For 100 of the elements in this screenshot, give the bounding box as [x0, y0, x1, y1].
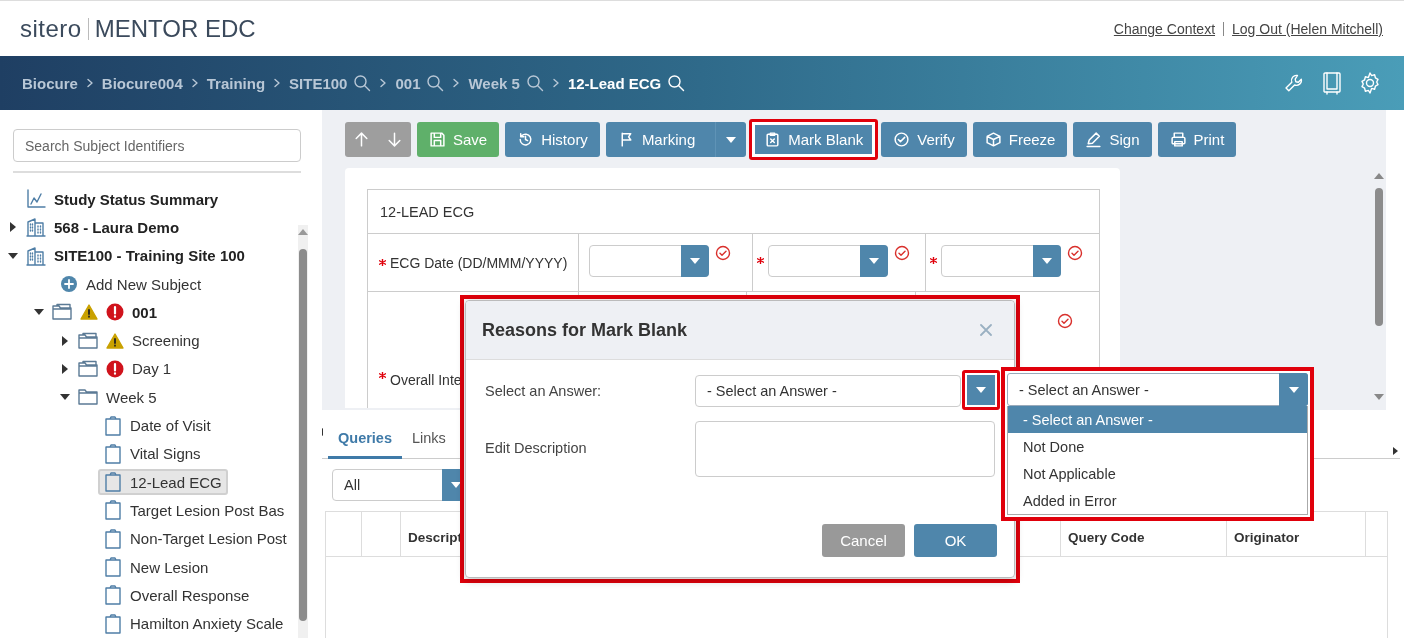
breadcrumb-link[interactable]: Week 5	[468, 74, 520, 92]
history-button[interactable]: History	[505, 122, 600, 157]
down-arrow-icon	[386, 131, 403, 148]
search-button[interactable]	[667, 74, 686, 92]
header-link[interactable]: Change Context	[1113, 20, 1216, 37]
dropdown-arrow-button[interactable]	[859, 245, 888, 277]
tree-item[interactable]: Week 5	[72, 385, 163, 410]
scrollbar[interactable]	[298, 225, 308, 638]
chevron-icon	[190, 78, 199, 88]
search-button[interactable]	[353, 74, 372, 92]
answer-select[interactable]: - Select an Answer -	[695, 375, 961, 407]
date-select[interactable]	[589, 245, 709, 277]
breadcrumb-link[interactable]: Biocure004	[101, 74, 183, 92]
chevron-icon	[273, 78, 282, 88]
scroll-right-icon[interactable]	[1393, 447, 1398, 455]
folder-icon	[78, 388, 98, 407]
line-chart-icon	[26, 189, 46, 210]
tree-item[interactable]: Overall Response	[98, 582, 256, 609]
clipboard-icon	[104, 557, 122, 577]
tree-item[interactable]: Day 1	[72, 356, 178, 381]
dropdown-arrow-button[interactable]	[681, 245, 709, 277]
clipboard-icon	[104, 585, 122, 606]
date-select[interactable]	[941, 245, 1062, 277]
tree-item[interactable]: 001	[46, 300, 164, 325]
header-link[interactable]: Log Out (Helen Mitchell)	[1232, 20, 1383, 37]
panel-tab[interactable]: Links	[402, 430, 456, 459]
building-icon	[26, 217, 46, 238]
folder-icon	[78, 331, 98, 350]
tree-item[interactable]: 568 - Laura Demo	[20, 214, 186, 241]
mark-blank-button[interactable]: Mark Blank	[749, 119, 879, 160]
dropdown-option[interactable]: Added in Error	[1008, 487, 1307, 514]
chevron-icon	[379, 78, 388, 88]
dropdown-option[interactable]: Not Done	[1008, 433, 1307, 460]
caret-icon	[1042, 258, 1053, 264]
tree-item[interactable]: 12-Lead ECG	[98, 469, 228, 496]
check-circle-icon	[893, 245, 910, 261]
settings-icon	[1358, 71, 1382, 95]
check-circle-icon	[893, 131, 911, 148]
check-circle-icon	[1067, 245, 1084, 261]
printer-icon	[1169, 131, 1187, 148]
tree-item[interactable]: Date of Visit	[98, 412, 217, 439]
history-icon	[517, 131, 535, 148]
marking-button[interactable]: Marking	[605, 122, 716, 157]
check-circle-icon	[1057, 313, 1073, 329]
tablet-icon	[1320, 71, 1344, 95]
tree-item[interactable]: Screening	[72, 328, 206, 353]
dropdown-arrow-button[interactable]	[1033, 245, 1062, 277]
dropdown-option[interactable]: Not Applicable	[1008, 460, 1307, 487]
pencil-icon	[1085, 131, 1103, 148]
breadcrumb-link[interactable]: Biocure	[22, 74, 78, 92]
search-icon	[667, 74, 686, 92]
plus-circle-icon	[60, 275, 78, 294]
clipboard-icon	[104, 613, 122, 634]
panel-tab[interactable]: Queries	[328, 430, 402, 459]
tree-item[interactable]: Non-Target Lesion Post	[98, 525, 293, 552]
breadcrumb-link[interactable]: 12-Lead ECG	[567, 74, 662, 92]
search-icon	[353, 74, 372, 92]
tree-item[interactable]: New Lesion	[98, 554, 215, 580]
clipboard-icon	[104, 415, 122, 436]
folder-icon	[78, 359, 98, 378]
breadcrumb-link[interactable]: 001	[395, 74, 421, 92]
marking-dropdown-button[interactable]	[715, 122, 747, 157]
verify-button[interactable]: Verify	[881, 122, 967, 157]
product-name: MENTOR EDC	[94, 14, 256, 43]
description-field[interactable]	[695, 421, 995, 477]
date-select[interactable]	[767, 245, 888, 277]
search-button[interactable]	[525, 74, 544, 92]
tree-item[interactable]: Target Lesion Post Bas	[98, 497, 291, 524]
folder-icon	[52, 303, 72, 322]
freeze-button[interactable]: Freeze	[972, 122, 1068, 157]
close-icon	[980, 324, 992, 336]
clipboard-icon	[104, 472, 122, 493]
tree-item[interactable]: Hamilton Anxiety Scale	[98, 610, 290, 637]
tree-item[interactable]: SITE100 - Training Site 100	[20, 242, 251, 269]
caret-icon	[976, 387, 986, 393]
up-arrow-icon	[353, 131, 370, 148]
tree-item[interactable]: Add New Subject	[54, 272, 208, 297]
tablet-button[interactable]	[1320, 71, 1344, 95]
field-label: Overall Inte	[390, 372, 462, 388]
search-button[interactable]	[426, 74, 445, 92]
check-circle-icon	[715, 245, 731, 261]
ok-button[interactable]: OK	[914, 524, 997, 557]
search-field[interactable]: Search Subject Identifiers	[13, 129, 301, 162]
dropdown-arrow-button[interactable]	[962, 370, 1000, 410]
settings-button[interactable]	[1358, 71, 1382, 95]
breadcrumb-link[interactable]: Training	[206, 74, 266, 92]
clipboard-icon	[104, 500, 122, 521]
tree-item[interactable]: Vital Signs	[98, 440, 207, 467]
section-title: 12-LEAD ECG	[368, 190, 1099, 234]
print-button[interactable]: Print	[1157, 122, 1237, 157]
sign-button[interactable]: Sign	[1073, 122, 1152, 157]
answer-select[interactable]: - Select an Answer -	[1007, 373, 1308, 406]
clipboard-icon	[104, 443, 122, 464]
dropdown-option[interactable]: - Select an Answer -	[1008, 406, 1307, 433]
breadcrumb-link[interactable]: SITE100	[289, 74, 348, 92]
dropdown-arrow-button[interactable]	[1279, 373, 1308, 406]
search-icon	[426, 74, 445, 92]
field-label: Edit Description	[485, 439, 588, 456]
tree-item[interactable]: Study Status Summary	[20, 186, 225, 213]
dialog-title: Reasons for Mark Blank	[482, 319, 688, 341]
